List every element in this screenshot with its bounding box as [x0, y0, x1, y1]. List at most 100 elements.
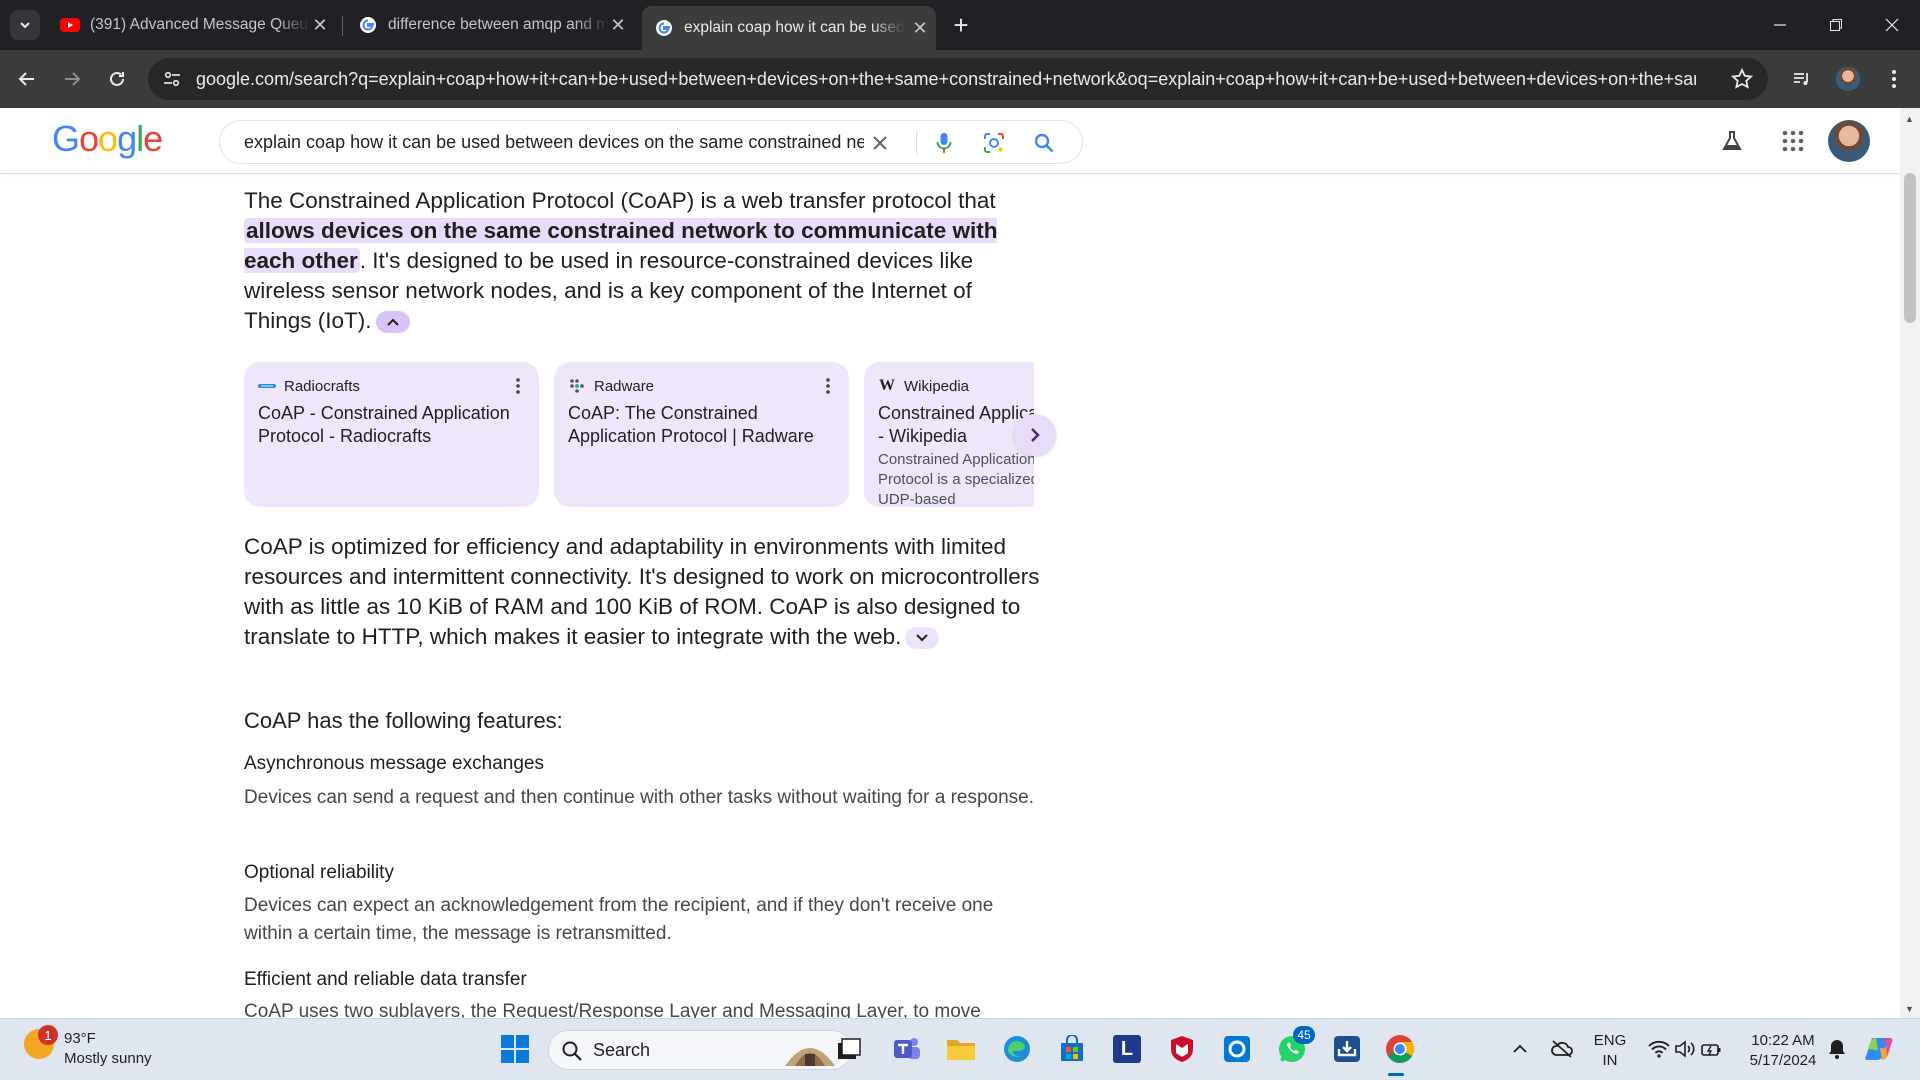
notifications-button[interactable]	[1820, 1032, 1854, 1066]
next-sources-button[interactable]	[1014, 414, 1056, 456]
onedrive-button[interactable]	[1545, 1032, 1579, 1066]
chevron-right-icon	[1031, 428, 1040, 442]
back-button[interactable]	[10, 62, 44, 96]
flask-icon	[1722, 131, 1742, 150]
language-line1: ENG	[1593, 1032, 1627, 1049]
arrow-left-icon	[18, 72, 34, 86]
close-icon[interactable]: ✕	[608, 15, 628, 35]
star-icon[interactable]	[1730, 67, 1754, 91]
source-site: Radiocrafts	[258, 377, 360, 395]
source-title[interactable]: CoAP: The Constrained Application Protoc…	[568, 402, 838, 448]
close-icon	[1885, 18, 1899, 32]
tab-search-button[interactable]	[10, 10, 40, 40]
store-icon	[1061, 1035, 1083, 1061]
google-apps-button[interactable]	[1777, 125, 1809, 157]
avatar	[1836, 67, 1860, 91]
tab-google-coap[interactable]: explain coap how it can be used ✕	[642, 6, 936, 50]
taskbar-search[interactable]: Search	[548, 1030, 852, 1070]
search-labs-button[interactable]	[1716, 125, 1748, 157]
feature-description: CoAP uses two sublayers, the Request/Res…	[244, 1001, 981, 1018]
edge-app[interactable]	[1000, 1032, 1034, 1066]
task-view-button[interactable]	[832, 1032, 866, 1066]
search-box[interactable]: explain coap how it can be used between …	[219, 120, 1083, 164]
source-card-radware[interactable]: Radware CoAP: The Constrained Applicatio…	[554, 362, 849, 507]
address-bar[interactable]: google.com/search?q=explain+coap+how+it+…	[148, 58, 1768, 100]
file-explorer-app[interactable]	[944, 1032, 978, 1066]
start-button[interactable]	[498, 1032, 532, 1066]
feedback-app[interactable]	[1330, 1032, 1364, 1066]
voice-search-button[interactable]	[932, 131, 956, 155]
download-tray-icon	[1334, 1036, 1360, 1062]
chrome-menu-button[interactable]	[1877, 62, 1911, 96]
scroll-down-arrow[interactable]: ▼	[1905, 1004, 1915, 1014]
profile-button[interactable]	[1831, 62, 1865, 96]
source-card-radiocrafts[interactable]: Radiocrafts CoAP - Constrained Applicati…	[244, 362, 539, 507]
tab-google-amqp[interactable]: difference between amqp and mqtt ✕	[348, 8, 634, 42]
scroll-thumb[interactable]	[1904, 173, 1916, 323]
weather-desc: Mostly sunny	[64, 1050, 152, 1067]
more-vertical-icon[interactable]	[515, 376, 521, 396]
mcafee-shield-icon	[1171, 1036, 1193, 1062]
close-icon[interactable]: ✕	[910, 18, 930, 38]
microphone-icon	[936, 133, 952, 153]
close-icon	[873, 136, 887, 150]
collapse-sources-button[interactable]	[375, 311, 410, 334]
language-line2: IN	[1602, 1052, 1618, 1069]
youtube-icon	[60, 15, 80, 35]
clock-date: 5/17/2024	[1749, 1052, 1817, 1069]
show-sources-button[interactable]	[905, 627, 940, 650]
weather-widget[interactable]: 1 93°F Mostly sunny	[24, 1025, 152, 1069]
site-settings-icon[interactable]	[162, 69, 182, 89]
clear-button[interactable]	[868, 131, 892, 155]
paragraph-2: CoAP is optimized for efficiency and ada…	[244, 532, 1044, 652]
google-logo[interactable]: Google	[52, 118, 163, 160]
source-snippet: Constrained Application Protocol is a sp…	[878, 451, 1034, 507]
chrome-app[interactable]	[1383, 1032, 1417, 1066]
tab-strip: (391) Advanced Message Queuing Protocol …	[0, 0, 1920, 50]
scroll-up-arrow[interactable]: ▲	[1905, 114, 1915, 124]
copilot-icon	[1865, 1038, 1893, 1060]
close-window-button[interactable]	[1864, 0, 1920, 50]
new-tab-button[interactable]: +	[946, 10, 976, 40]
close-icon[interactable]: ✕	[310, 15, 330, 35]
tab-title: explain coap how it can be used	[684, 19, 904, 36]
show-hidden-icons-button[interactable]	[1503, 1032, 1537, 1066]
search-input[interactable]: explain coap how it can be used between …	[244, 132, 864, 153]
edge-icon	[1004, 1036, 1030, 1062]
page-scrollbar[interactable]: ▲ ▼	[1900, 108, 1920, 1018]
l-app[interactable]: L	[1110, 1032, 1144, 1066]
clock[interactable]: 10:22 AM 5/17/2024	[1740, 1031, 1826, 1071]
features-heading: CoAP has the following features:	[244, 708, 563, 733]
teams-app[interactable]	[890, 1032, 924, 1066]
account-avatar[interactable]	[1828, 120, 1870, 162]
more-vertical-icon	[1892, 70, 1896, 88]
source-cards: Radiocrafts CoAP - Constrained Applicati…	[244, 362, 1034, 507]
mcafee-app[interactable]	[1165, 1032, 1199, 1066]
search-button[interactable]	[1032, 131, 1056, 155]
wifi-icon	[1648, 1040, 1670, 1058]
chrome-icon	[1386, 1035, 1414, 1063]
source-title[interactable]: Constrained Application Protocol - Wikip…	[878, 402, 1034, 448]
network-volume-battery[interactable]	[1645, 1032, 1725, 1066]
url-text[interactable]: google.com/search?q=explain+coap+how+it+…	[196, 69, 1696, 90]
whatsapp-app[interactable]: 45	[1275, 1026, 1315, 1066]
language-indicator[interactable]: ENG IN	[1590, 1031, 1630, 1071]
media-controls-button[interactable]	[1785, 62, 1819, 96]
more-vertical-icon[interactable]	[825, 376, 831, 396]
reload-button[interactable]	[100, 62, 134, 96]
lens-search-button[interactable]	[982, 131, 1006, 155]
source-title[interactable]: CoAP - Constrained Application Protocol …	[258, 402, 528, 448]
copilot-button[interactable]	[1862, 1032, 1896, 1066]
search-icon	[562, 1041, 582, 1061]
google-icon	[654, 18, 674, 38]
microsoft-store-app[interactable]	[1055, 1032, 1089, 1066]
minimize-button[interactable]	[1752, 0, 1808, 50]
folder-icon	[947, 1040, 975, 1060]
restore-button[interactable]	[1808, 0, 1864, 50]
source-card-wikipedia[interactable]: W Wikipedia Constrained Application Prot…	[864, 362, 1034, 507]
forward-button[interactable]	[55, 62, 89, 96]
weather-temp: 93°F	[64, 1030, 96, 1047]
volume-icon	[1675, 1040, 1695, 1058]
tab-youtube[interactable]: (391) Advanced Message Queuing Protocol …	[50, 8, 336, 42]
cortana-app[interactable]	[1220, 1032, 1254, 1066]
